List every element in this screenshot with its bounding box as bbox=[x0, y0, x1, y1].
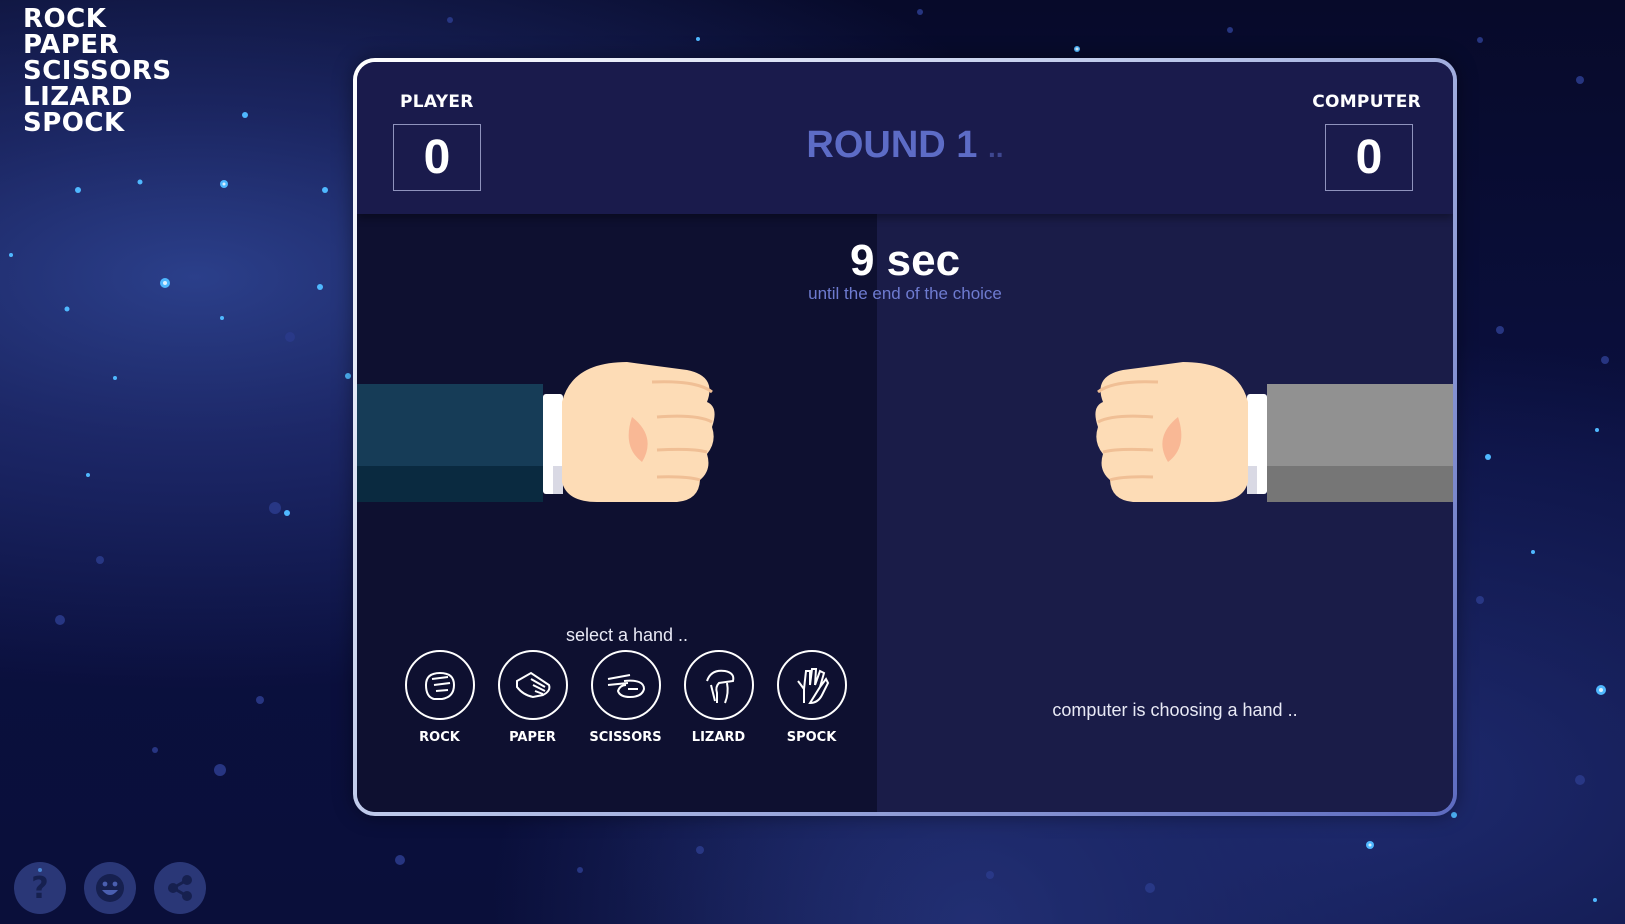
share-glyph bbox=[168, 875, 192, 901]
choice-rock[interactable]: ROCK bbox=[402, 650, 477, 745]
choice-spock[interactable]: SPOCK bbox=[774, 650, 849, 745]
round-indicator: ROUND 1 .. bbox=[357, 124, 1453, 167]
logo-line: ROCK bbox=[23, 4, 107, 34]
choice-label: ROCK bbox=[419, 730, 460, 745]
choice-lizard[interactable]: LIZARD bbox=[681, 650, 756, 745]
bottom-toolbar: ? bbox=[14, 862, 206, 914]
help-icon[interactable]: ? bbox=[14, 862, 66, 914]
computer-status: computer is choosing a hand .. bbox=[1052, 700, 1298, 720]
logo-line: PAPER bbox=[23, 30, 120, 60]
spock-icon[interactable] bbox=[776, 650, 847, 720]
help-glyph: ? bbox=[31, 870, 49, 906]
computer-score: 0 bbox=[1325, 124, 1413, 191]
game-logo: ROCK PAPER SCISSORS LIZARD SPOCK bbox=[23, 6, 172, 136]
select-hand-prompt: select a hand .. bbox=[565, 625, 689, 645]
choice-label: SCISSORS bbox=[589, 730, 662, 745]
share-icon[interactable] bbox=[154, 862, 206, 914]
countdown-timer: 9 sec until the end of the choice bbox=[357, 236, 1453, 304]
logo-line: SPOCK bbox=[23, 108, 125, 138]
lizard-icon[interactable] bbox=[683, 650, 754, 720]
rock-icon[interactable] bbox=[404, 650, 475, 720]
choice-paper[interactable]: PAPER bbox=[495, 650, 570, 745]
scissors-icon[interactable] bbox=[590, 650, 661, 720]
logo-line: SCISSORS bbox=[23, 56, 172, 86]
smiley-icon[interactable] bbox=[84, 862, 136, 914]
game-panel-inner: PLAYER 0 ROUND 1 .. COMPUTER 0 9 sec unt… bbox=[357, 62, 1453, 812]
choice-label: PAPER bbox=[509, 730, 556, 745]
timer-value: 9 sec bbox=[849, 236, 961, 285]
paper-icon[interactable] bbox=[497, 650, 568, 720]
logo-line: LIZARD bbox=[23, 82, 133, 112]
computer-fist-icon bbox=[1095, 362, 1453, 502]
computer-label: COMPUTER bbox=[1312, 92, 1421, 112]
choice-label: LIZARD bbox=[691, 730, 746, 745]
game-panel: PLAYER 0 ROUND 1 .. COMPUTER 0 9 sec unt… bbox=[353, 58, 1457, 816]
scoreboard: PLAYER 0 ROUND 1 .. COMPUTER 0 bbox=[357, 62, 1453, 214]
timer-subtitle: until the end of the choice bbox=[808, 284, 1002, 303]
smiley-glyph bbox=[96, 874, 124, 902]
player-label: PLAYER bbox=[400, 92, 474, 112]
round-dots: .. bbox=[988, 132, 1004, 163]
round-label: ROUND 1 bbox=[806, 124, 978, 166]
choice-label: SPOCK bbox=[786, 730, 837, 745]
player-fist-icon bbox=[357, 362, 715, 502]
hand-choices: ROCK PAPER SCISSORS LIZARD SPOCK bbox=[402, 650, 849, 745]
choice-scissors[interactable]: SCISSORS bbox=[588, 650, 663, 745]
